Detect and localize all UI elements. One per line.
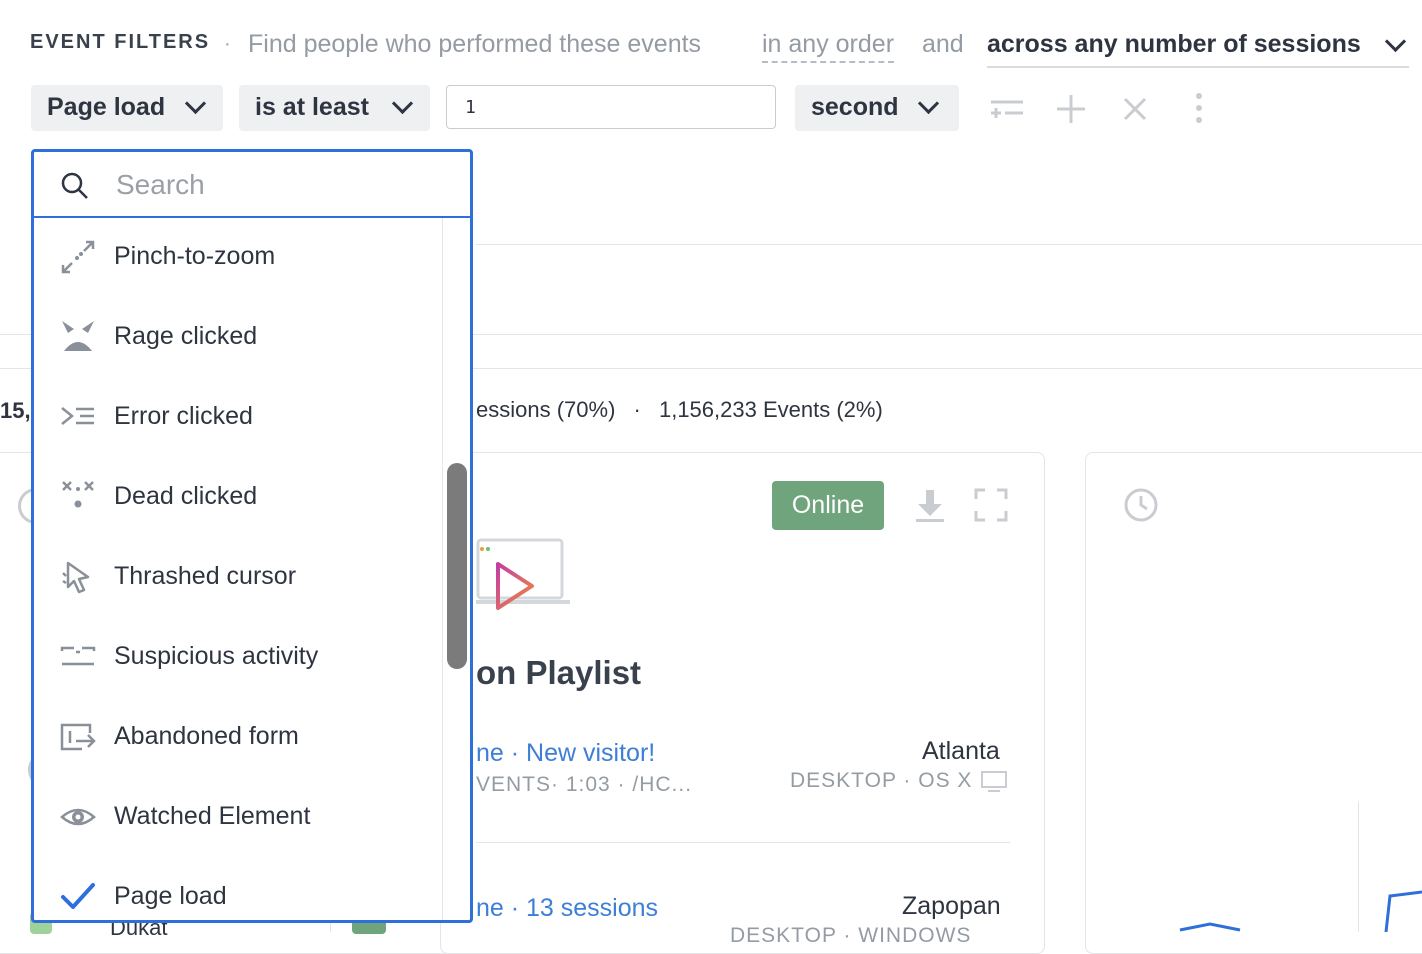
split-plus-icon[interactable] [987, 89, 1027, 129]
dropdown-item-selected[interactable]: Page load [34, 858, 442, 920]
dropdown-item[interactable]: Pinch-to-zoom [34, 218, 442, 298]
dropdown-list: Pinch-to-zoom Rage clicked Error clicked… [34, 218, 442, 918]
thrashed-cursor-icon [60, 559, 96, 595]
chart-fragment [1170, 890, 1422, 937]
stats-separator: · [633, 397, 641, 422]
filter-description: Find people who performed these events [248, 30, 702, 58]
events-stat: 1,156,233 Events (2%) [658, 397, 883, 422]
unit-select[interactable]: second [795, 85, 959, 131]
status-badge: Online [772, 481, 884, 530]
scrollbar-track[interactable] [442, 218, 443, 920]
suspicious-activity-icon [60, 639, 96, 675]
dropdown-item-label: Suspicious activity [114, 642, 319, 670]
dropdown-item-label: Watched Element [114, 802, 311, 830]
dropdown-item[interactable]: Thrashed cursor [34, 538, 442, 618]
dropdown-item-label: Rage clicked [114, 322, 258, 350]
sessions-select-label: across any number of sessions [987, 30, 1361, 58]
dropdown-item-label: Error clicked [114, 402, 253, 430]
close-icon[interactable] [1115, 89, 1155, 129]
plus-icon[interactable] [1051, 89, 1091, 129]
dropdown-item-label: Abandoned form [114, 722, 299, 750]
event-filters-heading: EVENT FILTERS [30, 31, 211, 53]
abandoned-form-icon [60, 719, 96, 755]
session-meta: VENTS· 1:03 · /HC... [476, 773, 693, 796]
session-link[interactable]: ne · 13 sessions [476, 894, 658, 923]
stats-summary: essions (70%) · 1,156,233 Events (2%) [476, 397, 883, 423]
stats-fragment: 15, [0, 398, 31, 423]
dead-click-icon [60, 479, 96, 515]
fullscreen-icon[interactable] [974, 488, 1008, 527]
error-click-icon [60, 399, 96, 435]
desktop-icon [980, 770, 1008, 799]
check-icon [60, 879, 96, 915]
dropdown-item[interactable]: Dead clicked [34, 458, 442, 538]
operator-select[interactable]: is at least [239, 85, 430, 131]
search-icon [60, 171, 90, 206]
duration-input[interactable] [446, 85, 776, 129]
session-link[interactable]: ne · New visitor! [476, 739, 655, 768]
dropdown-search [34, 152, 470, 218]
divider [476, 244, 1422, 245]
dropdown-item[interactable]: Suspicious activity [34, 618, 442, 698]
dropdown-item[interactable]: Abandoned form [34, 698, 442, 778]
session-device: DESKTOP · WINDOWS [730, 924, 972, 947]
chevron-down-icon [184, 92, 207, 115]
dropdown-item[interactable]: Watched Element [34, 778, 442, 858]
order-toggle[interactable]: in any order [762, 30, 895, 63]
search-input[interactable] [114, 162, 448, 208]
scrollbar-thumb[interactable] [447, 463, 467, 669]
operator-label: is at least [255, 93, 369, 121]
dropdown-item-label: Pinch-to-zoom [114, 242, 276, 270]
heading-separator: · [224, 33, 231, 55]
chevron-down-icon [391, 92, 414, 115]
playlist-illustration [476, 536, 572, 619]
dropdown-item[interactable]: Rage clicked [34, 298, 442, 378]
event-type-label: Page load [47, 93, 166, 121]
and-label: and [922, 30, 964, 58]
session-city: Zapopan [902, 892, 1001, 920]
sessions-select[interactable]: across any number of sessions [987, 28, 1409, 68]
event-type-select[interactable]: Page load [31, 85, 223, 131]
chevron-down-icon [917, 92, 940, 115]
divider [476, 842, 1010, 843]
dropdown-item-label: Page load [114, 882, 227, 910]
chevron-down-icon [1384, 30, 1407, 53]
session-device: DESKTOP · OS X [790, 769, 973, 792]
sessions-stat: essions (70%) [476, 397, 616, 422]
eye-icon [60, 799, 96, 835]
dropdown-item[interactable]: Error clicked [34, 378, 442, 458]
download-icon[interactable] [912, 486, 948, 531]
session-city: Atlanta [922, 737, 1000, 765]
dropdown-item-label: Dead clicked [114, 482, 258, 510]
dropdown-item-label: Thrashed cursor [114, 562, 297, 590]
playlist-card [440, 452, 1045, 954]
playlist-title: on Playlist [476, 654, 642, 691]
rage-face-icon [60, 319, 96, 355]
event-type-dropdown: Pinch-to-zoom Rage clicked Error clicked… [31, 149, 473, 923]
kebab-menu-icon[interactable] [1179, 89, 1219, 129]
pinch-zoom-icon [60, 239, 96, 275]
unit-label: second [811, 93, 899, 121]
clock-icon [1123, 487, 1159, 528]
